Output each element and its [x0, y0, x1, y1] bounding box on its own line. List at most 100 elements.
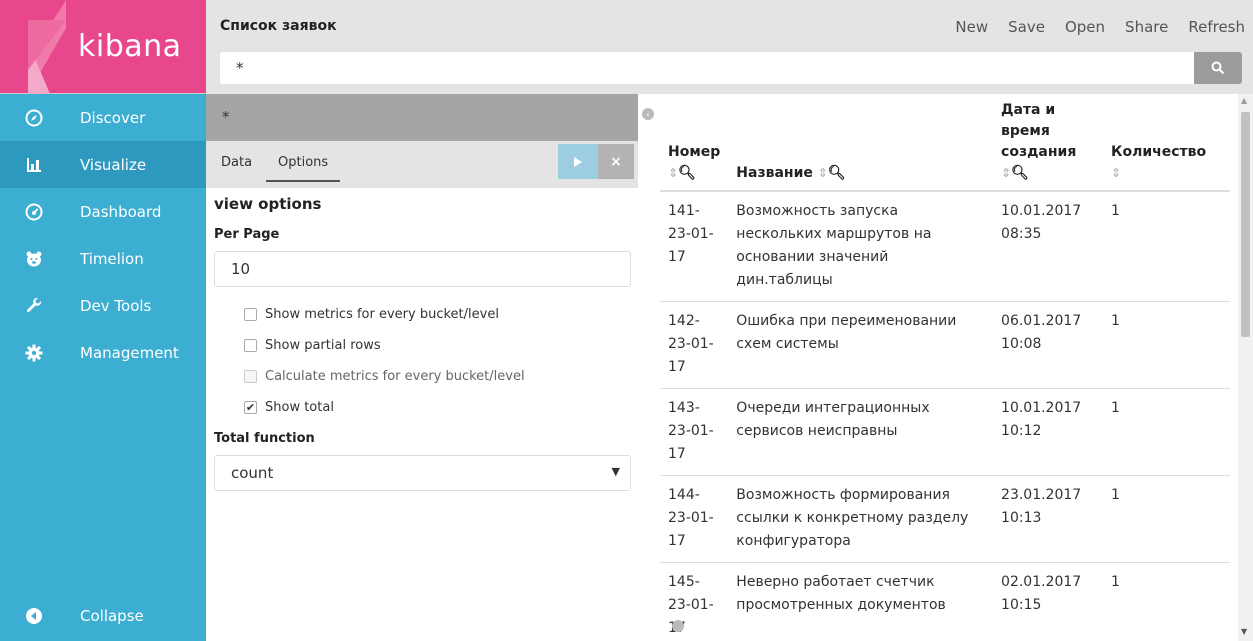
checkbox-label: Show total	[265, 400, 334, 415]
sidebar-collapse-label: Collapse	[80, 606, 144, 625]
sort-icon[interactable]: ⇕	[818, 166, 828, 180]
sidebar-item-label: Management	[80, 343, 179, 362]
table-row: 144-23-01-17 Возможность формирования сс…	[660, 475, 1230, 563]
scroll-up-icon[interactable]: ▲	[1241, 96, 1247, 105]
checkbox-checked[interactable]: ✔	[244, 401, 257, 414]
total-function-select[interactable]: count ▼	[214, 455, 631, 491]
new-button[interactable]: New	[955, 18, 988, 36]
cell-name: Ошибка при переименовании схем системы	[728, 301, 994, 389]
cell-count: 1	[1103, 388, 1230, 476]
cell-count: 1	[1103, 475, 1230, 563]
cell-number: 144-23-01-17	[660, 475, 729, 563]
checkbox[interactable]	[244, 308, 257, 321]
sidebar-item-label: Timelion	[80, 249, 144, 268]
column-title: Количество	[1111, 144, 1207, 160]
cell-name: Неверно работает счетчик просмотренных д…	[728, 562, 994, 641]
sidebar-item-dev-tools[interactable]: Dev Tools	[0, 282, 206, 329]
compass-icon	[0, 109, 48, 127]
page-title: Список заявок	[220, 18, 337, 34]
cell-count: 1	[1103, 562, 1230, 641]
cell-name: Возможность запуска нескольких маршрутов…	[728, 191, 994, 302]
checkbox-label: Show partial rows	[265, 338, 381, 353]
column-header-name[interactable]: Название ⇕🔍︎	[728, 94, 994, 192]
expand-bottom-icon[interactable]	[672, 620, 684, 632]
cell-number: 141-23-01-17	[660, 191, 729, 302]
open-button[interactable]: Open	[1065, 18, 1105, 36]
view-options-title: view options	[214, 195, 322, 213]
cell-count: 1	[1103, 191, 1230, 302]
sort-icon[interactable]: ⇕	[1111, 166, 1121, 180]
table-row: 143-23-01-17 Очереди интеграционных серв…	[660, 388, 1230, 476]
sort-icon[interactable]: ⇕	[668, 166, 678, 180]
scroll-down-icon[interactable]: ▼	[1241, 627, 1247, 636]
checkbox-show-metrics[interactable]: Show metrics for every bucket/level	[244, 299, 630, 330]
total-function-value: count	[231, 464, 274, 482]
checkbox-calculate-metrics: Calculate metrics for every bucket/level	[244, 361, 630, 392]
sort-icon[interactable]: ⇕	[1001, 166, 1011, 180]
sidebar-item-label: Dev Tools	[80, 296, 152, 315]
top-menu: New Save Open Share Refresh	[955, 18, 1253, 36]
checkbox-show-partial-rows[interactable]: Show partial rows	[244, 330, 630, 361]
sidebar-item-management[interactable]: Management	[0, 329, 206, 376]
cell-created: 23.01.2017 10:13	[993, 475, 1104, 563]
filter-search-icon[interactable]: 🔍︎	[1011, 165, 1029, 181]
wrench-icon	[0, 297, 48, 315]
column-title: Дата и время создания	[1001, 102, 1077, 160]
editor-panel: * Data Options × view options Per Page 1…	[206, 94, 638, 641]
scrollbar-thumb[interactable]	[1241, 112, 1250, 337]
app-name: kibana	[78, 29, 182, 64]
cell-created: 10.01.2017 08:35	[993, 191, 1104, 302]
close-icon: ×	[610, 153, 622, 170]
apply-changes-button[interactable]	[558, 144, 598, 179]
tab-options[interactable]: Options	[266, 155, 341, 182]
sidebar-item-visualize[interactable]: Visualize	[0, 141, 206, 188]
checkbox-show-total[interactable]: ✔ Show total	[244, 392, 630, 423]
sidebar-item-dashboard[interactable]: Dashboard	[0, 188, 206, 235]
per-page-label: Per Page	[214, 227, 280, 242]
kibana-logo[interactable]: kibana	[0, 0, 206, 94]
data-table-container: Номер ⇕🔍︎ Название ⇕🔍︎ Дата и время созд…	[660, 94, 1238, 641]
collapse-panel-icon[interactable]: ‹	[642, 108, 654, 120]
filter-search-icon[interactable]: 🔍︎	[678, 165, 696, 181]
table-row: 141-23-01-17 Возможность запуска несколь…	[660, 191, 1230, 302]
filter-search-icon[interactable]: 🔍︎	[828, 165, 846, 181]
table-row: 145-23-01-17 Неверно работает счетчик пр…	[660, 562, 1230, 641]
per-page-input[interactable]: 10	[214, 251, 631, 287]
checkbox-label: Calculate metrics for every bucket/level	[265, 369, 525, 384]
cell-number: 145-23-01-17	[660, 562, 729, 641]
column-header-number[interactable]: Номер ⇕🔍︎	[660, 94, 729, 192]
cell-name: Возможность формирования ссылки к конкре…	[728, 475, 994, 563]
sidebar-item-discover[interactable]: Discover	[0, 94, 206, 141]
sidebar: kibana Discover Visualize Dashboard Time…	[0, 0, 206, 641]
cell-created: 10.01.2017 10:12	[993, 388, 1104, 476]
cell-created: 06.01.2017 10:08	[993, 301, 1104, 389]
dropdown-caret-icon: ▼	[611, 465, 620, 478]
column-header-count[interactable]: Количество ⇕	[1103, 94, 1230, 192]
checkbox-label: Show metrics for every bucket/level	[265, 307, 499, 322]
vertical-scrollbar[interactable]: ▲ ▼	[1238, 94, 1253, 641]
share-button[interactable]: Share	[1125, 18, 1168, 36]
chevron-left-circle-icon	[0, 607, 48, 625]
search-input[interactable]: *	[220, 52, 1198, 84]
bear-icon	[0, 250, 48, 268]
table-header-row: Номер ⇕🔍︎ Название ⇕🔍︎ Дата и время созд…	[660, 94, 1230, 192]
save-button[interactable]: Save	[1008, 18, 1045, 36]
search-button[interactable]	[1194, 52, 1242, 84]
gear-icon	[0, 344, 48, 362]
sidebar-collapse-button[interactable]: Collapse	[0, 592, 206, 639]
tab-data[interactable]: Data	[221, 155, 252, 170]
sidebar-item-timelion[interactable]: Timelion	[0, 235, 206, 282]
column-header-created[interactable]: Дата и время создания ⇕🔍︎	[993, 94, 1104, 192]
cell-number: 143-23-01-17	[660, 388, 729, 476]
top-nav: Список заявок New Save Open Share Refres…	[206, 0, 1253, 94]
refresh-button[interactable]: Refresh	[1188, 18, 1245, 36]
panel-header: *	[206, 94, 638, 141]
search-icon	[1211, 61, 1225, 75]
checkbox[interactable]	[244, 339, 257, 352]
data-table: Номер ⇕🔍︎ Название ⇕🔍︎ Дата и время созд…	[660, 94, 1230, 641]
column-title: Номер	[668, 144, 721, 160]
cell-number: 142-23-01-17	[660, 301, 729, 389]
discard-changes-button[interactable]: ×	[598, 144, 634, 179]
sidebar-item-label: Discover	[80, 108, 146, 127]
sidebar-item-label: Visualize	[80, 155, 147, 174]
